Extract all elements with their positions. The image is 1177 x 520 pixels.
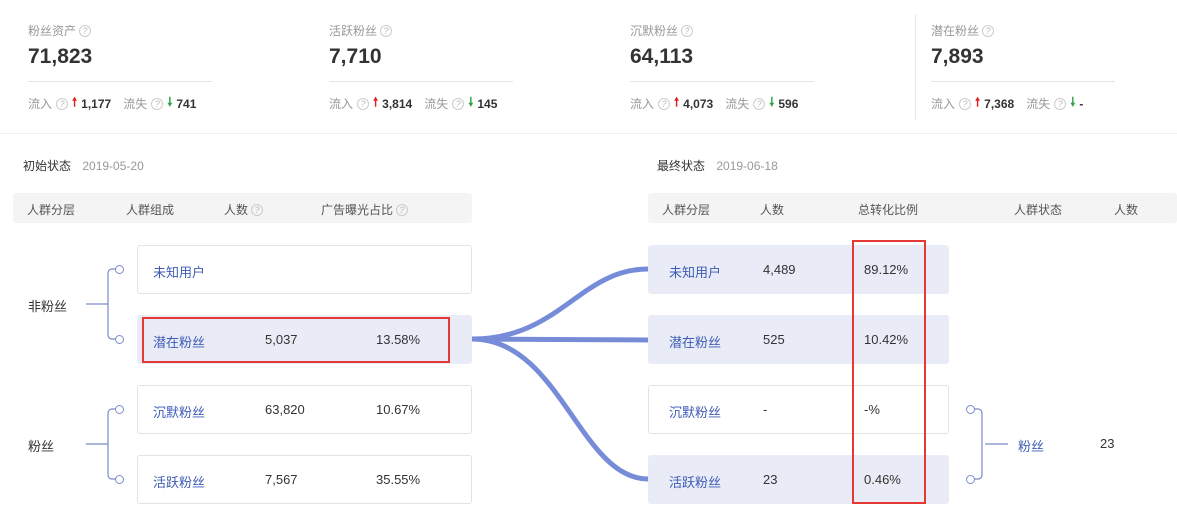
final-state-title: 最终状态 2019-06-18 bbox=[657, 157, 778, 174]
bracket-final bbox=[974, 408, 1008, 480]
header-count: 人数 bbox=[760, 203, 785, 217]
row-count: - bbox=[763, 402, 768, 417]
bracket-fan bbox=[86, 408, 116, 480]
row-count: 525 bbox=[763, 332, 785, 347]
node-circle bbox=[115, 405, 124, 414]
row-name[interactable]: 未知用户 bbox=[669, 262, 721, 281]
node-circle bbox=[966, 405, 975, 414]
highlight-box-conversion bbox=[852, 240, 926, 504]
row-count: 4,489 bbox=[763, 262, 796, 277]
final-table-header: 人群分层 人数 总转化比例 人群状态 人数 bbox=[648, 193, 1177, 223]
node-circle bbox=[966, 475, 975, 484]
final-state-name[interactable]: 粉丝 bbox=[1018, 436, 1044, 455]
row-name[interactable]: 沉默粉丝 bbox=[669, 402, 721, 421]
final-state-date: 2019-06-18 bbox=[716, 159, 778, 173]
header-layer: 人群分层 bbox=[662, 203, 711, 217]
header-state: 人群状态 bbox=[1014, 203, 1063, 217]
flow-to-active bbox=[471, 336, 649, 482]
bracket-nonfan bbox=[86, 268, 116, 340]
header-conversion: 总转化比例 bbox=[858, 203, 919, 217]
connector-lines bbox=[86, 266, 1008, 482]
row-count: 23 bbox=[763, 472, 778, 487]
row-name[interactable]: 活跃粉丝 bbox=[669, 472, 721, 491]
flow-to-potential bbox=[471, 336, 649, 343]
flow-to-unknown bbox=[471, 266, 649, 342]
node-circle bbox=[115, 475, 124, 484]
final-state-count: 23 bbox=[1100, 436, 1115, 451]
final-state-label: 最终状态 bbox=[657, 159, 706, 173]
header-state-count: 人数 bbox=[1114, 203, 1139, 217]
node-circle bbox=[115, 265, 124, 274]
node-circle bbox=[115, 335, 124, 344]
row-name[interactable]: 潜在粉丝 bbox=[669, 332, 721, 351]
